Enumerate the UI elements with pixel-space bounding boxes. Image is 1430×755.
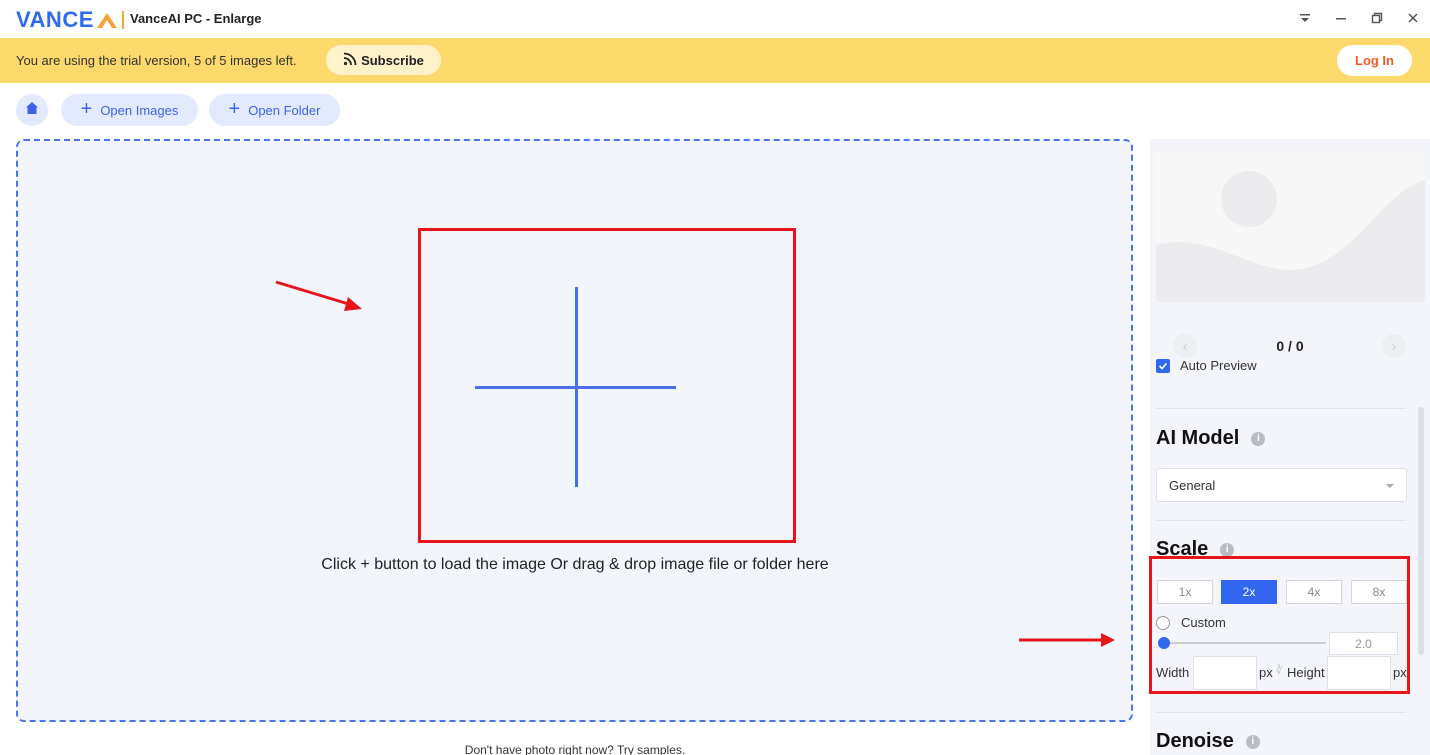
drop-hint-text: Click + button to load the image Or drag… <box>321 556 829 573</box>
ai-model-select[interactable]: General <box>1156 468 1407 502</box>
chevron-right-icon: › <box>1391 338 1397 354</box>
restore-icon[interactable] <box>1370 8 1384 28</box>
minimize-icon[interactable] <box>1334 8 1348 28</box>
annotation-highlight-box <box>1149 556 1410 694</box>
trial-banner: You are using the trial version, 5 of 5 … <box>0 38 1430 83</box>
denoise-title: Denoise <box>1156 730 1234 752</box>
plus-icon: + <box>228 98 241 120</box>
ai-model-title: AI Model <box>1156 427 1240 449</box>
info-icon[interactable]: i <box>1245 734 1260 749</box>
info-icon[interactable]: i <box>1251 431 1266 446</box>
rss-icon <box>343 52 357 69</box>
trial-message: You are using the trial version, 5 of 5 … <box>16 53 297 68</box>
logo-separator <box>121 11 124 29</box>
annotation-arrow-icon <box>1019 633 1115 647</box>
vanceai-logo: VANCE <box>16 7 124 33</box>
checkbox-checked-icon[interactable] <box>1156 358 1170 373</box>
login-button[interactable]: Log In <box>1337 45 1412 76</box>
window-title: VanceAI PC - Enlarge <box>130 11 262 26</box>
denoise-heading: Denoise i <box>1156 730 1260 753</box>
panel-scrollbar[interactable] <box>1418 407 1424 655</box>
auto-preview-toggle[interactable]: Auto Preview <box>1156 358 1257 373</box>
logo-text: VANCE <box>16 7 94 32</box>
subscribe-button[interactable]: Subscribe <box>326 45 441 75</box>
preview-image-placeholder <box>1156 150 1425 302</box>
open-folder-label: Open Folder <box>248 102 321 118</box>
open-images-button[interactable]: + Open Images <box>61 94 198 126</box>
window-controls <box>1298 8 1420 28</box>
title-bar: VANCE VanceAI PC - Enlarge <box>0 0 1430 38</box>
subscribe-label: Subscribe <box>361 52 424 68</box>
prev-image-button[interactable]: ‹ <box>1173 334 1197 358</box>
chevron-down-icon <box>1386 484 1394 488</box>
logo-mark-icon <box>96 11 118 29</box>
divider <box>1156 408 1406 409</box>
close-icon[interactable] <box>1406 8 1420 28</box>
image-counter: 0 / 0 <box>1276 338 1304 354</box>
ai-model-value: General <box>1169 477 1216 493</box>
home-button[interactable] <box>16 94 48 126</box>
next-image-button[interactable]: › <box>1382 334 1406 358</box>
add-image-plus-icon-vertical[interactable] <box>575 287 578 487</box>
chevron-left-icon: ‹ <box>1182 338 1188 354</box>
info-icon[interactable]: i <box>1220 542 1235 557</box>
menu-icon[interactable] <box>1298 8 1312 28</box>
auto-preview-label: Auto Preview <box>1180 358 1257 373</box>
try-samples-link[interactable]: Don't have photo right now? Try samples. <box>0 743 1150 755</box>
open-images-label: Open Images <box>100 102 179 118</box>
ai-model-heading: AI Model i <box>1156 427 1266 450</box>
divider <box>1156 520 1406 521</box>
home-icon <box>25 101 39 120</box>
divider <box>1156 712 1406 713</box>
plus-icon: + <box>80 98 93 120</box>
annotation-arrow-icon <box>275 280 362 311</box>
open-folder-button[interactable]: + Open Folder <box>209 94 340 126</box>
